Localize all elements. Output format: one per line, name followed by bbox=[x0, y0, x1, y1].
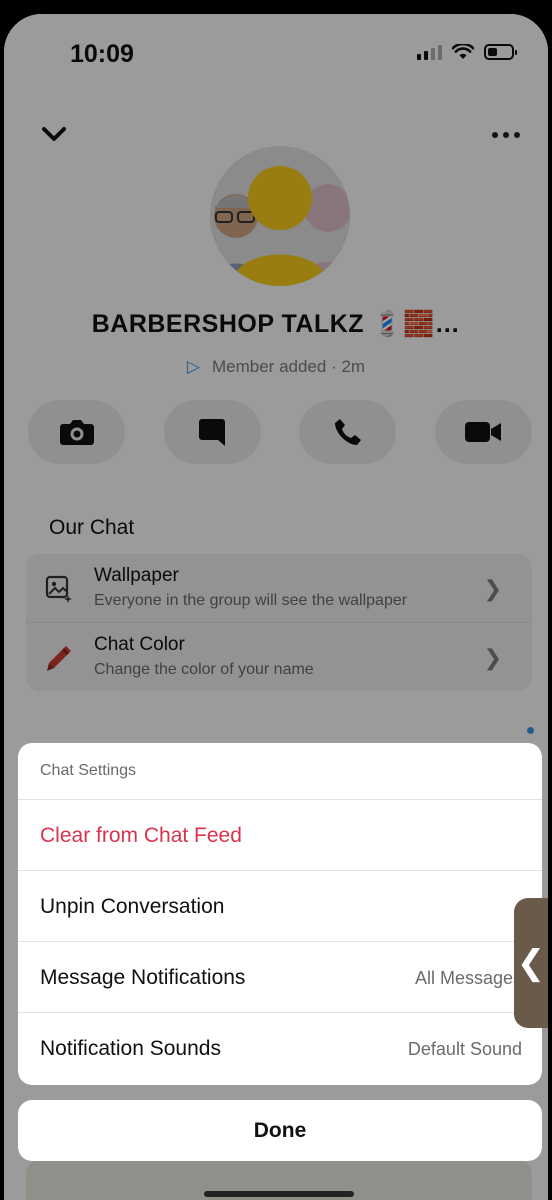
sheet-title: Chat Settings bbox=[18, 743, 542, 800]
option-value: Default Sound bbox=[407, 1039, 522, 1059]
chat-profile-screen: 10:09 BARBERSHOP TALKZ 💈🧱… ▷ Member adde… bbox=[4, 14, 548, 1200]
option-value: All Messages bbox=[414, 968, 522, 988]
done-button[interactable]: Done bbox=[18, 1100, 542, 1161]
phone-screen: 10:09 BARBERSHOP TALKZ 💈🧱… ▷ Member adde… bbox=[4, 14, 548, 1200]
chat-settings-sheet: Chat Settings Clear from Chat Feed Unpin… bbox=[18, 743, 542, 1085]
unpin-conversation-option[interactable]: Unpin Conversation bbox=[18, 871, 542, 942]
home-indicator[interactable] bbox=[204, 1191, 354, 1197]
side-panel-handle[interactable]: ❮ bbox=[514, 898, 548, 1028]
option-label: Unpin Conversation bbox=[40, 895, 225, 918]
clear-from-chat-feed-option[interactable]: Clear from Chat Feed bbox=[18, 800, 542, 871]
option-label: Clear from Chat Feed bbox=[40, 824, 242, 847]
option-label: Message Notifications bbox=[40, 966, 246, 989]
chevron-left-icon: ❮ bbox=[516, 944, 546, 982]
message-notifications-option[interactable]: Message Notifications All Messages bbox=[18, 942, 542, 1013]
option-label: Notification Sounds bbox=[40, 1037, 221, 1060]
notification-sounds-option[interactable]: Notification Sounds Default Sound bbox=[18, 1013, 542, 1084]
